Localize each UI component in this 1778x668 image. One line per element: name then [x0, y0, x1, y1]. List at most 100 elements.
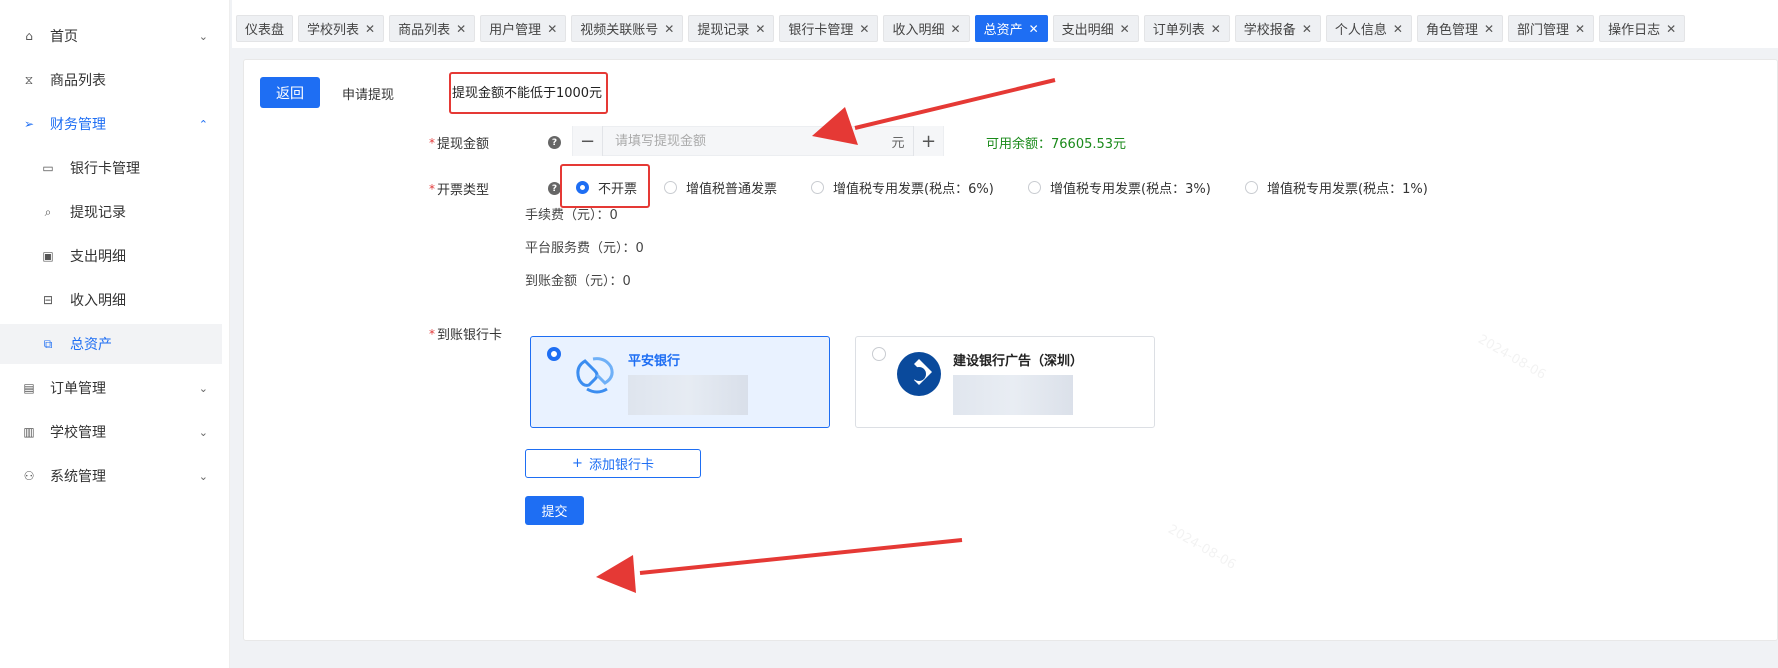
sidebar-item-schools[interactable]: ▥ 学校管理 ⌄ [0, 412, 222, 452]
tab-label: 学校报备 [1243, 23, 1296, 38]
bank-card-option[interactable]: 建设银行广告（深圳） [855, 336, 1155, 428]
tab-school-list[interactable]: 学校列表 ✕ [298, 15, 385, 42]
home-icon: ⌂ [25, 29, 33, 43]
tab-order-list[interactable]: 订单列表 ✕ [1143, 15, 1230, 42]
sidebar-item-withdraw-records[interactable]: ⌕ 提现记录 [0, 192, 222, 232]
sidebar-item-orders[interactable]: ▤ 订单管理 ⌄ [0, 368, 222, 408]
close-icon[interactable]: ✕ [859, 22, 869, 36]
close-icon[interactable]: ✕ [1484, 22, 1494, 36]
annotation-box [560, 164, 650, 208]
amount-unit: 元 [891, 135, 905, 151]
tab-label: 提现记录 [697, 23, 750, 38]
close-icon[interactable]: ✕ [365, 22, 375, 36]
tab-profile[interactable]: 个人信息 ✕ [1325, 15, 1412, 42]
required-mark: * [429, 181, 435, 196]
invoice-option-normal[interactable]: 增值税普通发票 [664, 178, 777, 197]
close-icon[interactable]: ✕ [1393, 22, 1403, 36]
system-icon: ⚇ [23, 469, 35, 483]
tab-dashboard[interactable]: 仪表盘 [236, 15, 294, 42]
sidebar-item-finance[interactable]: ➢ 财务管理 ⌃ [0, 104, 222, 144]
help-icon[interactable]: ? [548, 136, 561, 149]
back-button[interactable]: 返回 [260, 77, 320, 108]
tab-department-management[interactable]: 部门管理 ✕ [1508, 15, 1595, 42]
plus-button[interactable]: + [913, 126, 943, 156]
sidebar-item-system[interactable]: ⚇ 系统管理 ⌄ [0, 456, 222, 496]
tab-operation-log[interactable]: 操作日志 ✕ [1599, 15, 1686, 42]
tab-income[interactable]: 收入明细 ✕ [883, 15, 970, 42]
close-icon[interactable]: ✕ [1120, 22, 1130, 36]
radio-label: 增值税专用发票(税点：3%) [1050, 182, 1211, 197]
sidebar-item-home[interactable]: ⌂ 首页 ⌄ [0, 16, 222, 56]
tab-school-report[interactable]: 学校报备 ✕ [1234, 15, 1321, 42]
amount-stepper: − 元 + [572, 126, 944, 156]
tab-total-assets[interactable]: 总资产 ✕ [974, 15, 1048, 42]
tab-product-list[interactable]: 商品列表 ✕ [389, 15, 476, 42]
withdraw-form-card: 2024-08-06 2024-08-06 返回 申请提现 提现金额不能低于10… [243, 59, 1778, 641]
radio-icon [811, 181, 824, 194]
close-icon[interactable]: ✕ [1666, 22, 1676, 36]
invoice-option-special-1[interactable]: 增值税专用发票(税点：1%) [1245, 178, 1428, 197]
bank-card-icon: ▭ [42, 161, 54, 175]
required-mark: * [429, 135, 435, 150]
arrival-amount: 到账金额（元）：0 [525, 274, 631, 289]
invoice-option-special-3[interactable]: 增值税专用发票(税点：3%) [1028, 178, 1211, 197]
expense-icon: ▣ [42, 249, 54, 263]
close-icon[interactable]: ✕ [664, 22, 674, 36]
sidebar-item-expenses[interactable]: ▣ 支出明细 [0, 236, 222, 276]
tab-withdraw-records[interactable]: 提现记录 ✕ [688, 15, 775, 42]
bank-label: 到账银行卡 [437, 328, 503, 343]
sidebar-item-income[interactable]: ⊟ 收入明细 [0, 280, 222, 320]
radio-label: 增值税专用发票(税点：1%) [1267, 182, 1428, 197]
bank-name: 平安银行 [628, 354, 681, 369]
assets-icon: ⧉ [43, 336, 53, 351]
tab-label: 总资产 [983, 23, 1023, 38]
sidebar-item-label: 收入明细 [70, 293, 126, 309]
card-number-mask [953, 375, 1073, 415]
sidebar-item-label: 商品列表 [50, 73, 106, 89]
radio-icon [547, 347, 561, 361]
tab-video-accounts[interactable]: 视频关联账号 ✕ [571, 15, 684, 42]
close-icon[interactable]: ✕ [1029, 22, 1039, 36]
sidebar-item-label: 财务管理 [50, 117, 106, 133]
tabs-list: 仪表盘 学校列表 ✕ 商品列表 ✕ 用户管理 ✕ 视频关联账号 ✕ 提现记录 ✕ 银行卡管… [236, 15, 1686, 42]
tab-label: 收入明细 [892, 23, 945, 38]
close-icon[interactable]: ✕ [755, 22, 765, 36]
close-icon[interactable]: ✕ [547, 22, 557, 36]
submit-button[interactable]: 提交 [525, 496, 584, 525]
close-icon[interactable]: ✕ [951, 22, 961, 36]
available-balance: 可用余额：76605.53元 [986, 137, 1127, 152]
radio-label: 增值税普通发票 [686, 182, 778, 197]
tab-role-management[interactable]: 角色管理 ✕ [1416, 15, 1504, 42]
close-icon[interactable]: ✕ [456, 22, 466, 36]
invoice-option-special-6[interactable]: 增值税专用发票(税点：6%) [811, 178, 994, 197]
required-mark: * [429, 326, 435, 341]
chevron-down-icon: ⌄ [198, 381, 208, 395]
close-icon[interactable]: ✕ [1575, 22, 1585, 36]
school-icon: ▥ [23, 425, 35, 439]
close-icon[interactable]: ✕ [1211, 22, 1221, 36]
chevron-down-icon: ⌄ [198, 469, 208, 483]
add-bank-card-label: 添加银行卡 [588, 458, 654, 473]
tab-label: 个人信息 [1334, 23, 1387, 38]
sidebar-item-bank-cards[interactable]: ▭ 银行卡管理 [0, 148, 222, 188]
tab-label: 仪表盘 [245, 23, 285, 38]
sidebar-item-label: 学校管理 [50, 425, 106, 441]
amount-input[interactable] [603, 127, 883, 155]
tab-bank-cards[interactable]: 银行卡管理 ✕ [779, 15, 879, 42]
tab-label: 操作日志 [1608, 23, 1661, 38]
tab-user-management[interactable]: 用户管理 ✕ [480, 15, 567, 42]
sidebar-item-products[interactable]: ⧖ 商品列表 [0, 60, 222, 100]
minus-button[interactable]: − [573, 126, 603, 156]
sidebar-item-total-assets[interactable]: ⧉ 总资产 [0, 324, 222, 364]
tab-label: 订单列表 [1152, 23, 1205, 38]
product-icon: ⧖ [24, 72, 34, 87]
bank-label-row: * 到账银行卡 [429, 324, 503, 344]
tab-expenses[interactable]: 支出明细 ✕ [1052, 15, 1139, 42]
add-bank-card-button[interactable]: + 添加银行卡 [525, 449, 701, 478]
sidebar-item-label: 订单管理 [50, 381, 106, 397]
amount-label-row: * 提现金额 [429, 133, 489, 153]
close-icon[interactable]: ✕ [1302, 22, 1312, 36]
tab-bar: 仪表盘 学校列表 ✕ 商品列表 ✕ 用户管理 ✕ 视频关联账号 ✕ 提现记录 ✕ 银行卡管… [232, 0, 1778, 48]
bank-card-option[interactable]: 平安银行 [530, 336, 830, 428]
income-icon: ⊟ [42, 293, 54, 307]
